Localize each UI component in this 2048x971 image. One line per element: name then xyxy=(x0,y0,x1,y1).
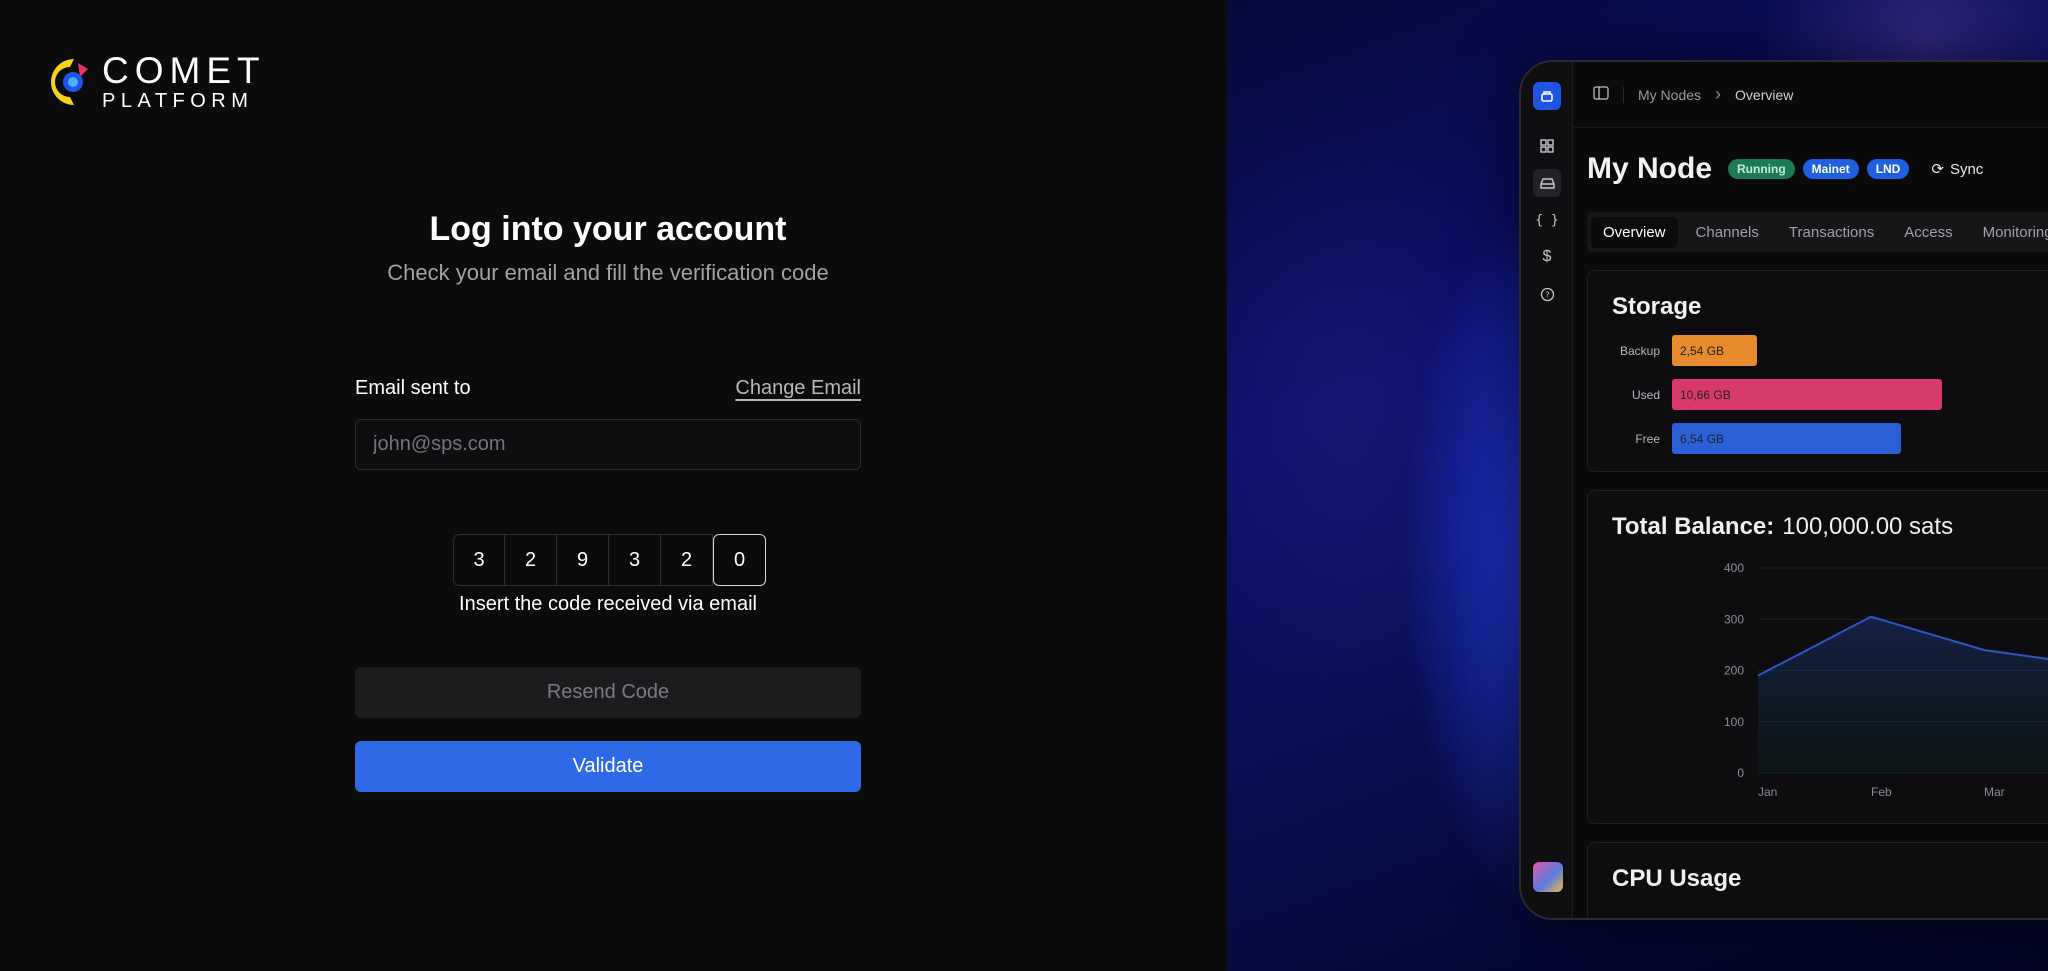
comet-logo-icon xyxy=(51,58,88,105)
cpu-title: CPU Usage xyxy=(1612,865,1742,892)
preview-tabs: Overview Channels Transactions Access Mo… xyxy=(1587,212,2048,252)
balance-chart: 400 300 200 100 0 Jan Feb Mar xyxy=(1724,561,2048,799)
y-tick-label: 400 xyxy=(1724,561,1744,575)
x-tick-label: Mar xyxy=(1984,785,2005,799)
logo-subtitle: PLATFORM xyxy=(102,90,254,112)
breadcrumb-current: Overview xyxy=(1735,86,1794,103)
storage-bar-used: 10,66 GB xyxy=(1672,379,1942,410)
brand-icon xyxy=(1533,82,1561,110)
page-title: Log into your account xyxy=(429,210,787,248)
app-preview: { } $ ? My Nodes › Overview My Node Runn… xyxy=(1519,60,2048,920)
tab-overview: Overview xyxy=(1591,216,1678,248)
storage-bar-free: 6,54 GB xyxy=(1672,423,1901,454)
y-tick-label: 300 xyxy=(1724,612,1744,626)
chevron-right-icon: › xyxy=(1715,84,1722,104)
logo: COMET PLATFORM xyxy=(44,52,266,111)
preview-topbar: My Nodes › Overview xyxy=(1573,62,2048,128)
storage-bar-backup: 2,54 GB xyxy=(1672,335,1757,366)
y-tick-label: 100 xyxy=(1724,715,1744,729)
sync-icon: ⟳ xyxy=(1931,161,1944,178)
dollar-icon: $ xyxy=(1542,248,1552,265)
login-panel: COMET PLATFORM Log into your account Che… xyxy=(0,0,1227,971)
tab-monitoring: Monitoring xyxy=(1982,223,2048,241)
preview-sidebar: { } $ ? xyxy=(1521,62,1573,918)
cpu-card: CPU Usage xyxy=(1587,842,2048,918)
network-badge: Mainet xyxy=(1802,159,1859,179)
change-email-link[interactable]: Change Email xyxy=(735,377,861,400)
storage-label: Free xyxy=(1635,431,1660,446)
code-icon: { } xyxy=(1535,212,1559,228)
code-digit-5[interactable]: 2 xyxy=(661,534,713,586)
help-icon: ? xyxy=(1533,280,1561,308)
code-digit-6[interactable]: 0 xyxy=(713,534,766,586)
code-digit-3[interactable]: 9 xyxy=(557,534,609,586)
email-form: Email sent to Change Email xyxy=(355,372,861,470)
balance-area xyxy=(1758,616,2048,773)
storage-label: Backup xyxy=(1619,343,1660,358)
email-label: Email sent to xyxy=(355,376,471,399)
email-field[interactable] xyxy=(355,419,861,470)
balance-card: Total Balance: 100,000.00 sats 400 300 200 1… xyxy=(1587,490,2048,824)
page-subtitle: Check your email and fill the verificati… xyxy=(387,260,829,285)
tab-transactions: Transactions xyxy=(1788,223,1875,241)
x-tick-label: Feb xyxy=(1871,785,1892,799)
verification-code-input: 3 2 9 3 2 0 xyxy=(453,534,766,586)
resend-code-button[interactable]: Resend Code xyxy=(355,667,861,718)
tab-channels: Channels xyxy=(1695,223,1759,241)
y-tick-label: 0 xyxy=(1737,766,1744,780)
storage-card: Storage Backup 2,54 GB Used 10,66 GB Fre… xyxy=(1587,270,2048,472)
sidebar-toggle-icon xyxy=(1593,86,1609,103)
status-badge: Running xyxy=(1728,159,1795,179)
avatar xyxy=(1533,862,1563,892)
tab-access: Access xyxy=(1904,223,1953,241)
implementation-badge: LND xyxy=(1866,159,1910,179)
breadcrumb-item: My Nodes xyxy=(1638,86,1702,103)
svg-text:?: ? xyxy=(1545,290,1549,299)
logo-wordmark: COMET xyxy=(102,50,266,91)
validate-button[interactable]: Validate xyxy=(355,741,861,792)
nodes-icon xyxy=(1533,169,1561,197)
x-tick-label: Jan xyxy=(1758,785,1777,799)
dashboard-icon xyxy=(1533,132,1561,160)
showcase-panel: { } $ ? My Nodes › Overview My Node Runn… xyxy=(1227,0,2048,971)
node-title: My Node xyxy=(1587,152,1713,185)
y-tick-label: 200 xyxy=(1724,664,1744,678)
storage-label: Used xyxy=(1631,387,1660,402)
code-digit-2[interactable]: 2 xyxy=(505,534,557,586)
code-hint: Insert the code received via email xyxy=(459,593,757,615)
code-digit-1[interactable]: 3 xyxy=(453,534,505,586)
sync-button: ⟳ Sync xyxy=(1931,160,1984,179)
code-digit-4[interactable]: 3 xyxy=(609,534,661,586)
storage-title: Storage xyxy=(1612,293,1702,320)
